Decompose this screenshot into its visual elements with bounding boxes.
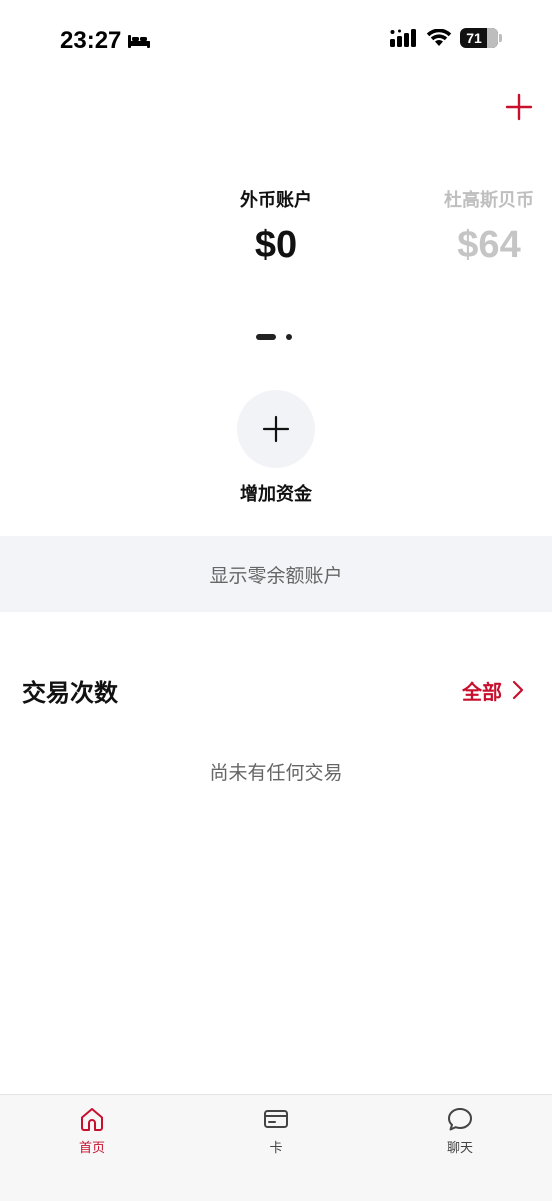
page-dot bbox=[286, 334, 292, 340]
home-icon bbox=[81, 1108, 103, 1131]
add-funds-label: 增加资金 bbox=[240, 484, 312, 505]
sleep-icon bbox=[128, 35, 151, 48]
show-zero-balance-accounts-button[interactable]: 显示零余额账户 bbox=[0, 536, 552, 612]
status-bar: 23:27 71 bbox=[0, 0, 552, 82]
transactions-title: 交易次数 bbox=[22, 678, 118, 707]
transactions-header: 交易次数 全部 bbox=[22, 670, 524, 710]
battery-cap bbox=[499, 34, 502, 42]
tab-chat[interactable]: 聊天 bbox=[400, 1095, 520, 1156]
card-icon bbox=[264, 1110, 288, 1128]
status-indicators: 71 bbox=[390, 28, 502, 48]
status-time-group: 23:27 bbox=[60, 27, 151, 55]
add-account-icon[interactable] bbox=[504, 92, 534, 122]
battery-indicator: 71 bbox=[460, 28, 502, 48]
page-dot-active bbox=[256, 334, 276, 340]
account-name: 外币账户 bbox=[240, 190, 312, 211]
wifi-icon bbox=[426, 29, 452, 46]
status-time: 23:27 bbox=[60, 27, 122, 54]
battery-icon: 71 bbox=[460, 28, 498, 48]
add-funds-circle[interactable] bbox=[237, 390, 315, 468]
tab-home[interactable]: 首页 bbox=[32, 1095, 152, 1156]
view-all-transactions-link[interactable]: 全部 bbox=[462, 676, 524, 705]
account-card-next[interactable]: 杜高斯贝币 $64 bbox=[426, 186, 552, 267]
account-balance: $0 bbox=[254, 224, 298, 266]
bottom-tab-bar: 首页 卡 聊天 bbox=[0, 1094, 552, 1201]
tab-card[interactable]: 卡 bbox=[216, 1095, 336, 1156]
account-balance: $64 bbox=[457, 224, 521, 266]
account-name: 杜高斯贝币 bbox=[444, 190, 534, 211]
account-card-current[interactable]: 外币账户 $0 bbox=[176, 186, 376, 267]
cellular-signal-icon bbox=[390, 29, 416, 47]
tab-label: 首页 bbox=[78, 1141, 105, 1156]
view-all-label: 全部 bbox=[462, 679, 502, 704]
transactions-empty-state: 尚未有任何交易 bbox=[209, 762, 343, 784]
tab-label: 聊天 bbox=[446, 1141, 473, 1156]
chevron-right-icon bbox=[512, 680, 524, 700]
add-funds-button[interactable]: 增加资金 bbox=[200, 390, 352, 506]
battery-empty-portion bbox=[486, 28, 498, 48]
battery-level: 71 bbox=[466, 30, 482, 46]
tab-label: 卡 bbox=[269, 1141, 283, 1156]
plus-icon bbox=[262, 415, 290, 443]
page-indicator bbox=[256, 334, 292, 340]
show-zero-balance-label: 显示零余额账户 bbox=[209, 564, 343, 587]
chat-icon bbox=[448, 1108, 472, 1131]
